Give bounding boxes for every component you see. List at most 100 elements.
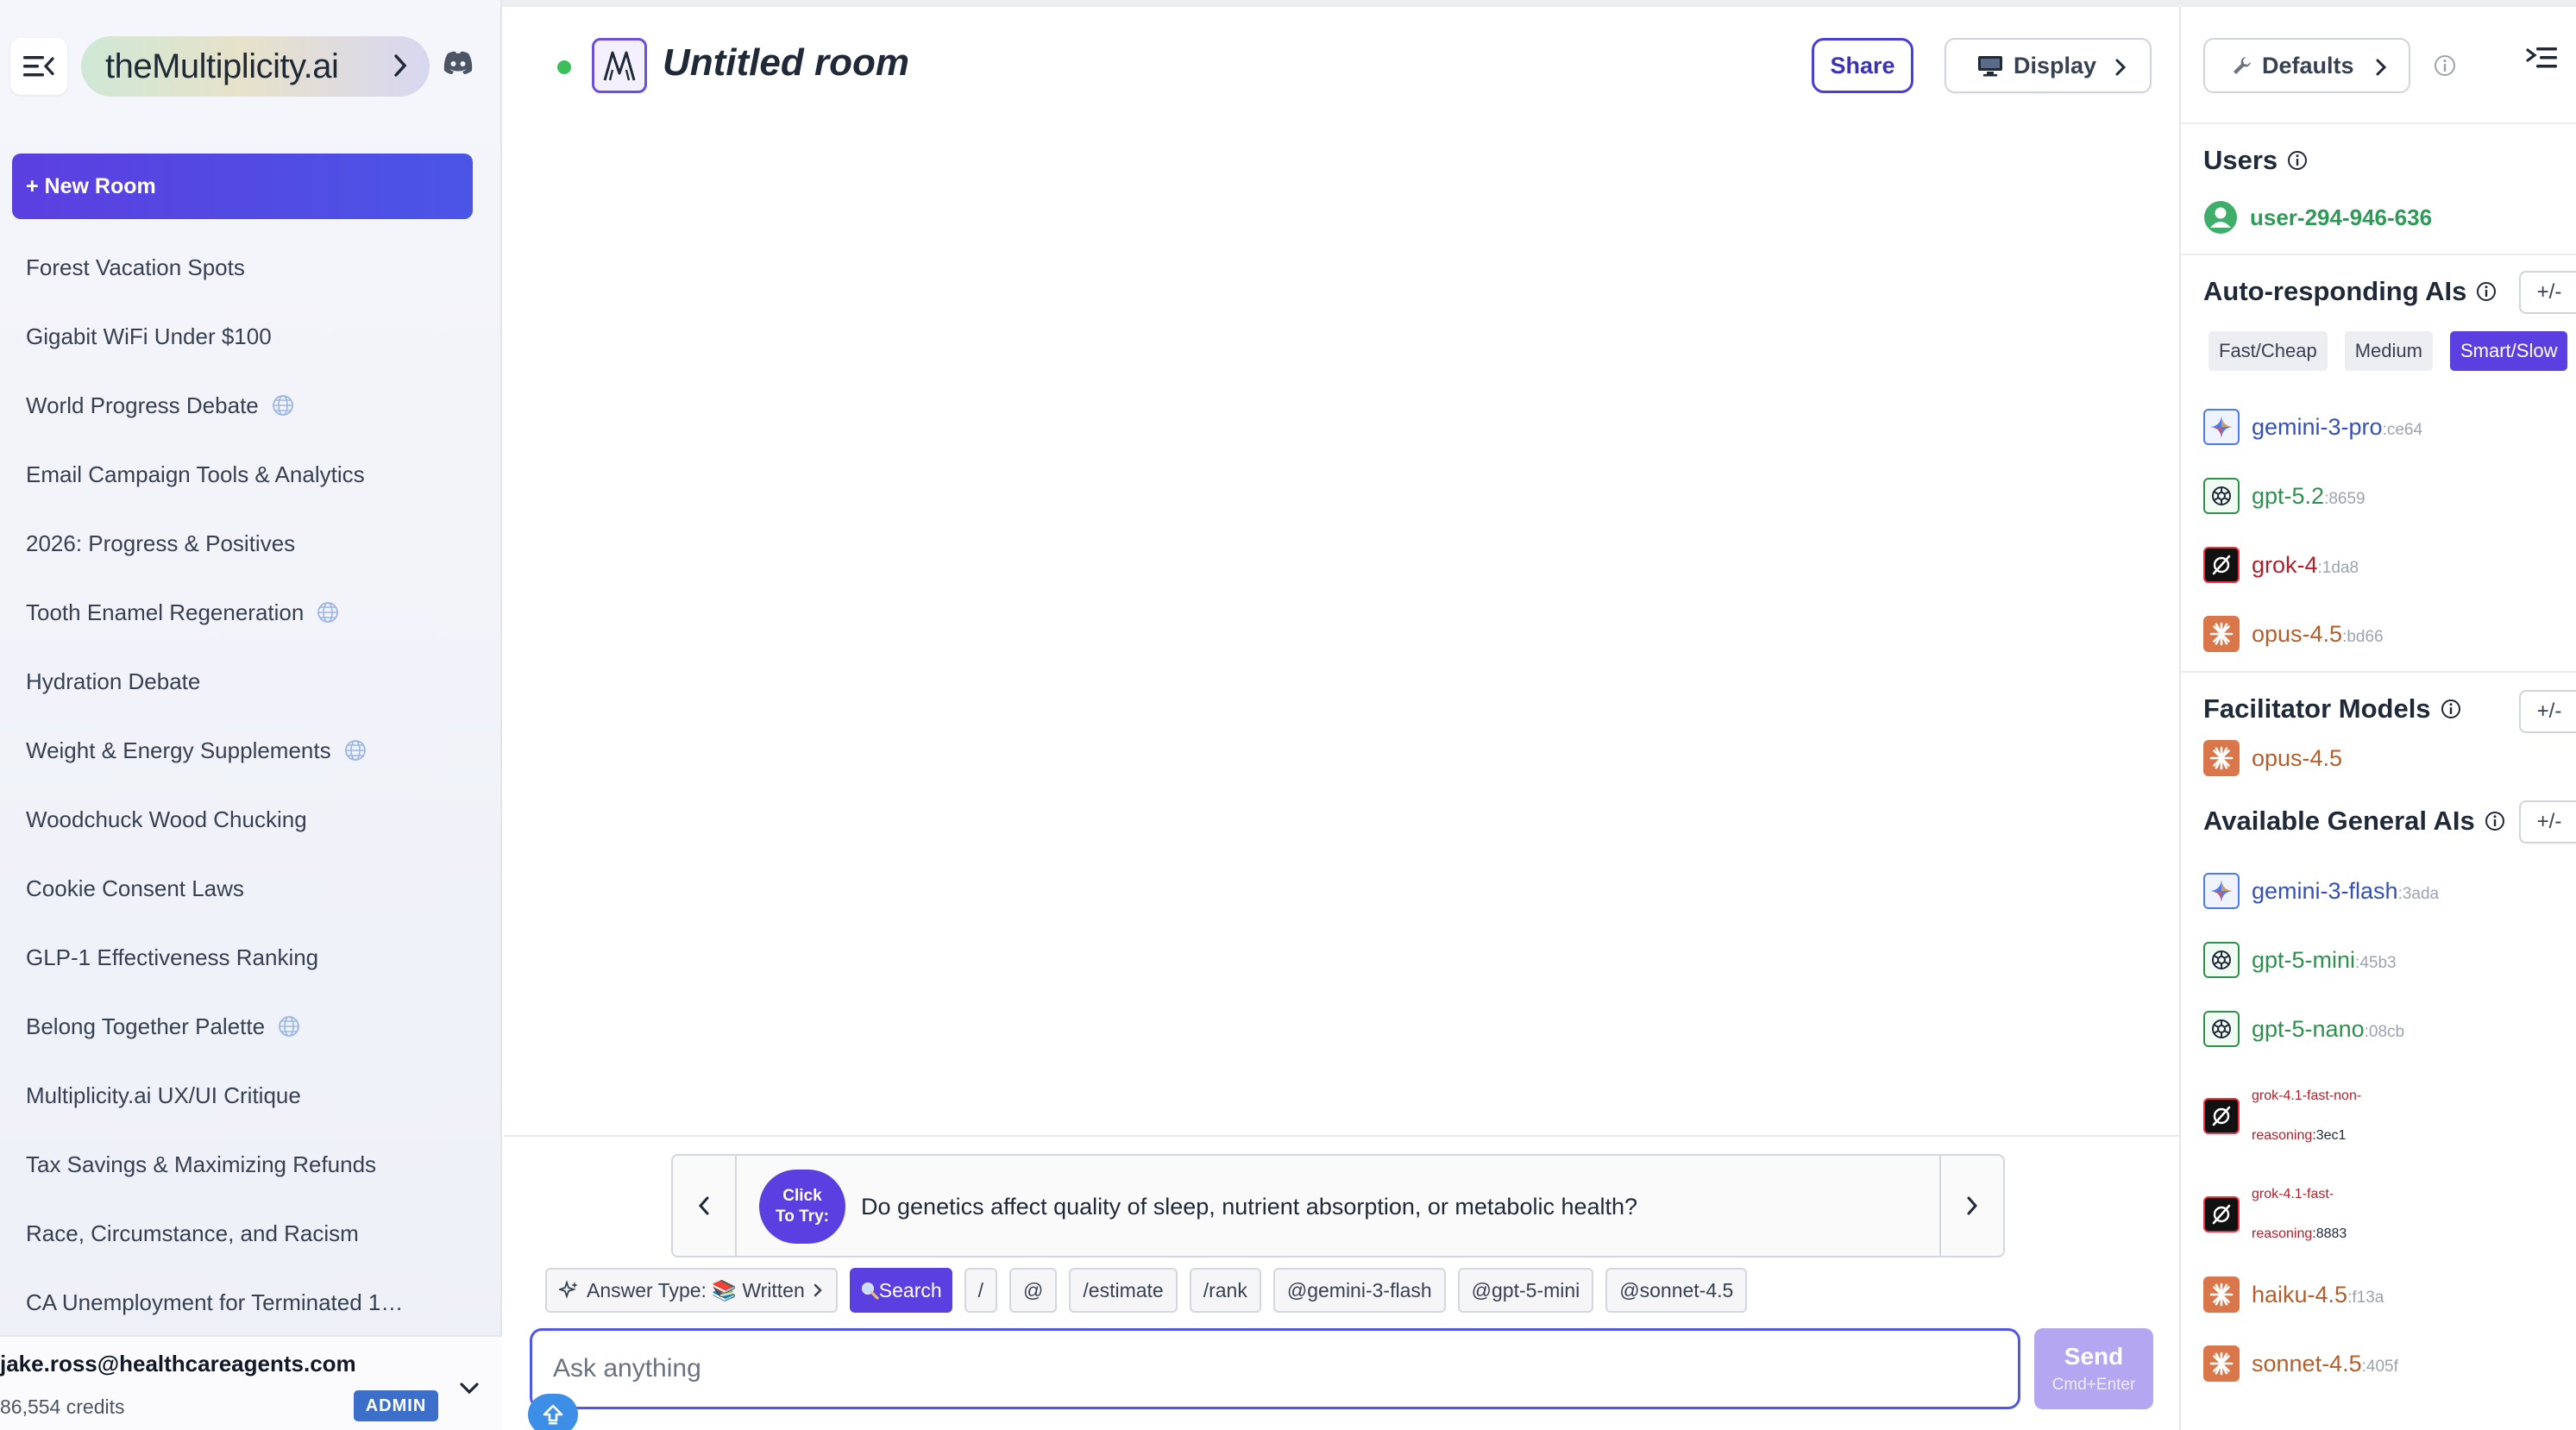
general-model-row[interactable]: gpt-5-mini:45b3	[2203, 942, 2397, 978]
upload-icon	[543, 1404, 563, 1425]
auto-model-row[interactable]: opus-4.5:bd66	[2203, 616, 2384, 652]
sidebar-room-item[interactable]: Gigabit WiFi Under $100	[0, 302, 502, 371]
edit-facilitator-button[interactable]: +/-	[2519, 690, 2576, 733]
auto-ais-section-title: Auto-responding AIs	[2203, 276, 2497, 307]
room-label: Hydration Debate	[26, 668, 201, 694]
facilitator-model-name: opus-4.5	[2252, 744, 2343, 771]
sidebar-room-item[interactable]: Cookie Consent Laws	[0, 854, 502, 923]
general-model-row[interactable]: grok-4.1-fast-non-reasoning:3ec1	[2203, 1076, 2361, 1156]
ask-input[interactable]: Ask anything	[530, 1328, 2020, 1409]
chevron-right-icon	[1967, 1196, 1978, 1215]
sidebar-room-item[interactable]: World Progress Debate	[0, 371, 502, 440]
sidebar-header: theMultiplicity.ai	[0, 0, 502, 138]
general-ais-section-title: Available General AIs	[2203, 806, 2506, 837]
display-button[interactable]: Display	[1945, 38, 2152, 93]
edit-general-ais-button[interactable]: +/-	[2519, 800, 2576, 844]
user-entry[interactable]: user-294-946-636	[2203, 200, 2432, 235]
answer-type-chip[interactable]: Answer Type: 📚 Written	[545, 1268, 838, 1313]
auto-model-row[interactable]: gemini-3-pro:ce64	[2203, 409, 2422, 445]
facilitator-model[interactable]: opus-4.5	[2203, 740, 2342, 776]
new-room-button[interactable]: + New Room	[12, 154, 473, 219]
info-icon[interactable]	[2440, 698, 2462, 720]
model-id: :3ec1	[2312, 1128, 2347, 1143]
info-icon[interactable]	[2433, 53, 2457, 78]
mention-gpt-mini-chip[interactable]: @gpt-5-mini	[1457, 1268, 1594, 1313]
tier-option[interactable]: Medium	[2344, 331, 2433, 371]
brand-logo-button[interactable]: theMultiplicity.ai	[81, 36, 430, 97]
defaults-button[interactable]: Defaults	[2203, 38, 2410, 93]
chat-area: Untitled room Share Display Click To Try…	[504, 7, 2179, 1430]
auto-model-row[interactable]: grok-4:1da8	[2203, 547, 2359, 583]
upload-button[interactable]	[528, 1394, 578, 1430]
globe-icon	[343, 738, 368, 762]
display-label: Display	[2014, 52, 2097, 78]
room-label: Multiplicity.ai UX/UI Critique	[26, 1082, 301, 1108]
info-icon[interactable]	[2484, 810, 2506, 832]
sidebar-room-item[interactable]: Race, Circumstance, and Racism	[0, 1199, 502, 1268]
sidebar-room-item[interactable]: CA Unemployment for Terminated 1…	[0, 1268, 502, 1337]
account-footer[interactable]: jake.ross@healthcareagents.com 86,554 cr…	[0, 1335, 502, 1430]
sidebar-room-item[interactable]: Multiplicity.ai UX/UI Critique	[0, 1061, 502, 1130]
gemini-icon	[2203, 873, 2240, 909]
sidebar: theMultiplicity.ai + New Room Forest Vac…	[0, 0, 502, 1430]
panel-divider	[2181, 254, 2576, 255]
collapse-sidebar-button[interactable]	[10, 38, 67, 95]
general-model-row[interactable]: grok-4.1-fast-reasoning:8883	[2203, 1175, 2347, 1254]
search-chip[interactable]: Search	[849, 1268, 952, 1313]
sidebar-room-item[interactable]: GLP-1 Effectiveness Ranking	[0, 923, 502, 992]
facilitator-section-title: Facilitator Models	[2203, 693, 2462, 724]
answer-type-label: Answer Type: 📚 Written	[587, 1278, 805, 1301]
room-label: Tax Savings & Maximizing Refunds	[26, 1151, 377, 1177]
edit-auto-ais-button[interactable]: +/-	[2519, 271, 2576, 314]
suggestion-text[interactable]: Do genetics affect quality of sleep, nut…	[861, 1194, 1637, 1220]
discord-button[interactable]	[442, 50, 474, 80]
sidebar-room-item[interactable]: Hydration Debate	[0, 647, 502, 716]
estimate-command-chip[interactable]: /estimate	[1069, 1268, 1178, 1313]
discord-icon	[443, 51, 473, 74]
model-name: gpt-5-nano	[2252, 1015, 2365, 1042]
room-label: World Progress Debate	[26, 392, 259, 418]
users-section-title: Users	[2203, 145, 2309, 176]
model-id: :ce64	[2382, 420, 2423, 439]
sidebar-room-item[interactable]: 2026: Progress & Positives	[0, 509, 502, 578]
sidebar-room-item[interactable]: Weight & Energy Supplements	[0, 716, 502, 785]
sidebar-room-item[interactable]: Email Campaign Tools & Analytics	[0, 440, 502, 509]
general-model-row[interactable]: haiku-4.5:f13a	[2203, 1276, 2384, 1313]
rank-command-chip[interactable]: /rank	[1189, 1268, 1261, 1313]
tier-option[interactable]: Smart/Slow	[2449, 331, 2568, 371]
sidebar-room-item[interactable]: Tooth Enamel Regeneration	[0, 578, 502, 647]
panel-divider	[2181, 671, 2576, 673]
model-id: :405f	[2361, 1357, 2398, 1376]
chevron-right-icon	[2115, 59, 2127, 76]
next-suggestion-button[interactable]	[1939, 1156, 2003, 1256]
globe-icon	[271, 393, 295, 417]
mention-sonnet-chip[interactable]: @sonnet-4.5	[1605, 1268, 1748, 1313]
slash-command-chip[interactable]: /	[964, 1268, 998, 1313]
room-title[interactable]: Untitled room	[663, 41, 909, 85]
mention-chip[interactable]: @	[1009, 1268, 1058, 1313]
info-icon[interactable]	[2286, 149, 2309, 172]
previous-suggestion-button[interactable]	[673, 1156, 737, 1256]
sidebar-room-item[interactable]: Tax Savings & Maximizing Refunds	[0, 1130, 502, 1199]
general-model-row[interactable]: gemini-3-flash:3ada	[2203, 873, 2439, 909]
tier-option[interactable]: Fast/Cheap	[2208, 331, 2328, 371]
auto-model-row[interactable]: gpt-5.2:8659	[2203, 478, 2366, 514]
click-to-try-badge[interactable]: Click To Try:	[759, 1170, 845, 1244]
chevron-down-icon[interactable]	[457, 1380, 481, 1397]
collapse-panel-icon[interactable]	[2524, 45, 2559, 72]
info-icon[interactable]	[2475, 280, 2497, 303]
share-button[interactable]: Share	[1812, 38, 1913, 93]
send-button[interactable]: Send Cmd+Enter	[2034, 1328, 2153, 1409]
general-model-row[interactable]: sonnet-4.5:405f	[2203, 1345, 2398, 1382]
credits-count: 86,554 credits	[0, 1396, 125, 1418]
claude-icon	[2203, 616, 2240, 652]
mention-gemini-flash-chip[interactable]: @gemini-3-flash	[1272, 1268, 1446, 1313]
sidebar-room-item[interactable]: Woodchuck Wood Chucking	[0, 785, 502, 854]
claude-icon	[2203, 1345, 2240, 1382]
sidebar-room-item[interactable]: Belong Together Palette	[0, 992, 502, 1061]
room-label: Cookie Consent Laws	[26, 875, 244, 901]
model-id: :bd66	[2342, 627, 2384, 646]
model-name: gpt-5-mini	[2252, 946, 2356, 973]
general-model-row[interactable]: gpt-5-nano:08cb	[2203, 1011, 2404, 1047]
sidebar-room-item[interactable]: Forest Vacation Spots	[0, 233, 502, 302]
